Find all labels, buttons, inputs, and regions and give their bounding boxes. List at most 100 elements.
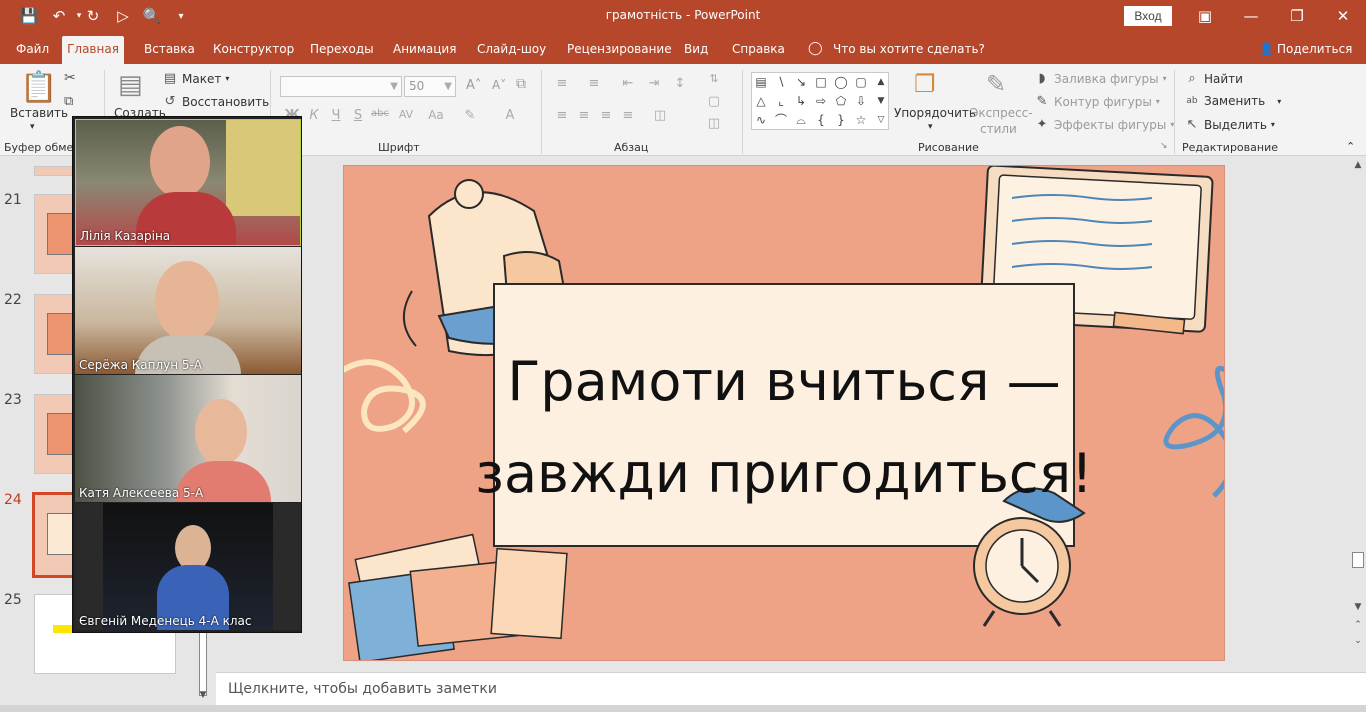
scroll-up-icon[interactable]: ▲: [1351, 160, 1365, 170]
left-brace-shape-icon[interactable]: {: [812, 111, 830, 129]
underline-icon[interactable]: Ч: [326, 108, 346, 123]
columns-icon[interactable]: ◫: [650, 108, 670, 123]
shapes-gallery[interactable]: ▤ ∖ ↘ □ ◯ ▢ △ ⌞ ↳ ⇨ ⬠ ⇩ ∿ ⌒ ⌓ { } ☆ ▲ ▼ …: [751, 72, 889, 130]
video-call-panel[interactable]: Лілія Казаріна Серёжа Каплун 5-А Катя Ал…: [72, 116, 302, 633]
undo-icon[interactable]: ↶: [48, 6, 70, 26]
tab-design[interactable]: Конструктор: [209, 36, 298, 64]
dialog-launcher-icon[interactable]: ↘: [1160, 141, 1168, 151]
char-spacing-icon[interactable]: AV: [396, 108, 416, 121]
right-brace-shape-icon[interactable]: }: [832, 111, 850, 129]
numbering-icon[interactable]: ≡: [584, 76, 604, 91]
tab-file[interactable]: Файл: [12, 36, 53, 64]
bullets-icon[interactable]: ≡: [552, 76, 572, 91]
italic-icon[interactable]: К: [304, 108, 324, 123]
paste-icon[interactable]: 📋: [20, 70, 57, 105]
tab-slideshow[interactable]: Слайд-шоу: [473, 36, 550, 64]
decrease-indent-icon[interactable]: ⇤: [618, 76, 638, 91]
align-center-icon[interactable]: ≡: [574, 108, 594, 123]
ribbon-display-options-icon[interactable]: ▣: [1182, 0, 1228, 32]
pentagon-shape-icon[interactable]: ⬠: [832, 92, 850, 110]
select-button[interactable]: ↖ Выделить ▾: [1184, 117, 1275, 132]
participant-video-tile[interactable]: Лілія Казаріна: [75, 119, 301, 246]
previous-slide-icon[interactable]: ⌃: [1351, 620, 1365, 630]
restore-icon[interactable]: ❐: [1274, 0, 1320, 32]
shape-effects-button[interactable]: ✦ Эффекты фигуры ▾: [1034, 117, 1175, 132]
shape-fill-button[interactable]: ◗ Заливка фигуры ▾: [1034, 71, 1167, 86]
collapse-ribbon-icon[interactable]: ⌃: [1346, 140, 1355, 153]
layout-button[interactable]: ▤ Макет ▾: [162, 71, 230, 86]
participant-video-tile[interactable]: Катя Алексеева 5-А: [75, 375, 301, 502]
minimize-icon[interactable]: —: [1228, 0, 1274, 32]
reset-button[interactable]: ↺ Восстановить: [162, 94, 270, 109]
print-preview-icon[interactable]: 🔍: [141, 6, 163, 26]
right-arrow-shape-icon[interactable]: ⇨: [812, 92, 830, 110]
triangle-shape-icon[interactable]: △: [752, 92, 770, 110]
arc-shape-icon[interactable]: ⌓: [792, 111, 810, 129]
cut-icon[interactable]: ✂: [64, 70, 76, 86]
gallery-up-icon[interactable]: ▲: [872, 73, 890, 91]
text-direction-icon[interactable]: ⇅: [704, 72, 724, 85]
strikethrough-icon[interactable]: abc: [370, 108, 390, 119]
tab-view[interactable]: Вид: [680, 36, 712, 64]
clear-format-icon[interactable]: ⧉: [516, 76, 526, 92]
customize-toolbar-icon[interactable]: ▾: [170, 6, 192, 26]
start-slideshow-icon[interactable]: ▷: [112, 6, 134, 26]
align-left-icon[interactable]: ≡: [552, 108, 572, 123]
quick-styles-button-line2[interactable]: стили: [980, 122, 1017, 136]
participant-video-tile[interactable]: Серёжа Каплун 5-А: [75, 247, 301, 374]
replace-button[interactable]: ab Заменить ▾: [1184, 94, 1281, 108]
rounded-rect-shape-icon[interactable]: ▢: [852, 73, 870, 91]
highlight-icon[interactable]: ✎: [460, 108, 480, 123]
tab-help[interactable]: Справка: [728, 36, 789, 64]
slide-title[interactable]: Грамоти вчиться — завжди пригодиться!: [474, 336, 1094, 520]
change-case-icon[interactable]: Aa: [426, 108, 446, 122]
align-right-icon[interactable]: ≡: [596, 108, 616, 123]
arrange-icon[interactable]: ❐: [914, 70, 936, 98]
scrollbar-thumb[interactable]: [1352, 552, 1364, 568]
gallery-more-icon[interactable]: ▽: [872, 111, 890, 129]
notes-pane[interactable]: Щелкните, чтобы добавить заметки: [216, 672, 1366, 705]
quick-styles-icon[interactable]: ✎: [986, 70, 1006, 98]
current-slide[interactable]: Грамоти вчиться — завжди пригодиться!: [343, 165, 1225, 661]
scroll-down-icon[interactable]: ▼: [196, 690, 210, 700]
font-size-combobox[interactable]: 50 ▼: [404, 76, 456, 97]
login-button[interactable]: Вход: [1124, 6, 1172, 26]
tab-home[interactable]: Главная: [62, 36, 124, 64]
shadow-icon[interactable]: S: [348, 108, 368, 123]
tab-insert[interactable]: Вставка: [140, 36, 199, 64]
participant-video-tile[interactable]: Євгеній Меденець 4-А клас: [75, 503, 301, 630]
font-color-icon[interactable]: A: [500, 108, 520, 123]
gallery-down-icon[interactable]: ▼: [872, 92, 890, 110]
textbox-shape-icon[interactable]: ▤: [752, 73, 770, 91]
elbow-connector-icon[interactable]: ⌞: [772, 92, 790, 110]
curve-shape-icon[interactable]: ⌒: [772, 111, 790, 129]
save-icon[interactable]: 💾: [18, 6, 40, 26]
paste-dropdown-icon[interactable]: ▾: [30, 122, 35, 132]
quick-styles-button-line1[interactable]: Экспресс-: [970, 106, 1033, 120]
grow-font-icon[interactable]: A˄: [466, 78, 481, 93]
line-spacing-icon[interactable]: ↕: [670, 76, 690, 91]
find-button[interactable]: ⌕ Найти: [1184, 71, 1243, 86]
next-slide-icon[interactable]: ⌄: [1351, 636, 1365, 646]
editor-scrollbar[interactable]: ▲ ▼ ⌃ ⌄: [1350, 156, 1366, 672]
arrange-dropdown-icon[interactable]: ▾: [928, 122, 933, 132]
arrange-button[interactable]: Упорядочить: [894, 106, 976, 120]
justify-icon[interactable]: ≡: [618, 108, 638, 123]
tab-review[interactable]: Рецензирование: [563, 36, 676, 64]
smartart-icon[interactable]: ◫: [704, 116, 724, 131]
line-shape-icon[interactable]: ∖: [772, 73, 790, 91]
increase-indent-icon[interactable]: ⇥: [644, 76, 664, 91]
shrink-font-icon[interactable]: A˅: [492, 78, 506, 92]
font-name-combobox[interactable]: ▼: [280, 76, 402, 97]
scroll-down-icon[interactable]: ▼: [1351, 602, 1365, 612]
rectangle-shape-icon[interactable]: □: [812, 73, 830, 91]
align-text-icon[interactable]: ▢: [704, 94, 724, 109]
down-arrow-shape-icon[interactable]: ⇩: [852, 92, 870, 110]
tab-transitions[interactable]: Переходы: [306, 36, 378, 64]
elbow-arrow-icon[interactable]: ↳: [792, 92, 810, 110]
close-icon[interactable]: ✕: [1320, 0, 1366, 32]
redo-icon[interactable]: ↻: [82, 6, 104, 26]
copy-icon[interactable]: ⧉: [64, 94, 73, 109]
shape-outline-button[interactable]: ✎ Контур фигуры ▾: [1034, 94, 1160, 109]
paste-button[interactable]: Вставить: [10, 106, 68, 120]
